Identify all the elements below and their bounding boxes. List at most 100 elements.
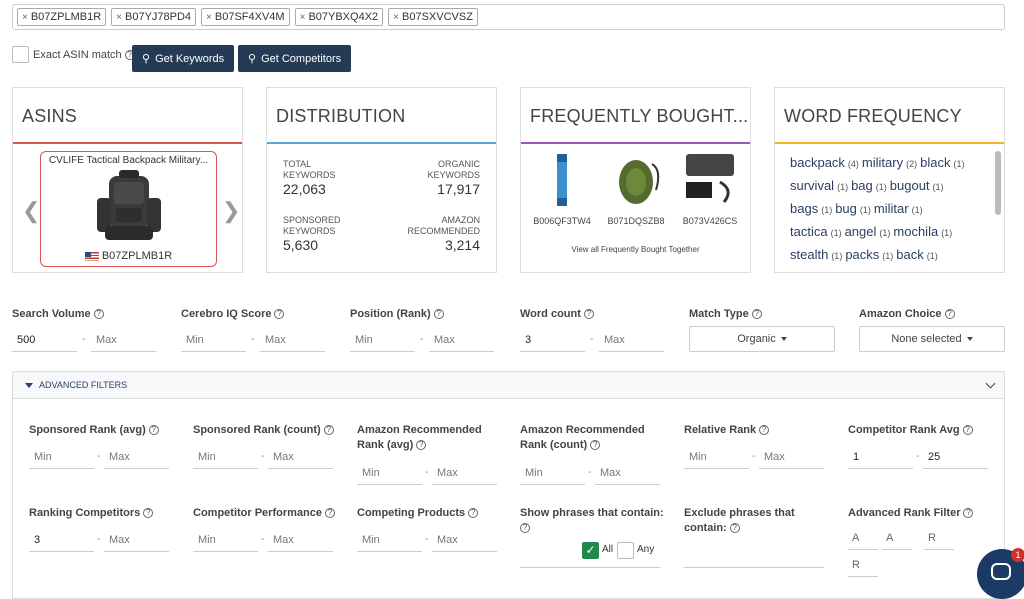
asin-product-card[interactable]: CVLIFE Tactical Backpack Military... B07… xyxy=(40,151,217,267)
competitor-performance-max[interactable]: Max xyxy=(268,526,333,552)
help-icon[interactable]: ? xyxy=(590,440,601,451)
help-icon[interactable]: ? xyxy=(751,309,762,320)
amazon-choice-dropdown[interactable]: None selected xyxy=(859,326,1005,352)
help-icon[interactable]: ? xyxy=(759,425,770,436)
rank-filter-r2[interactable]: R xyxy=(848,555,878,577)
help-icon[interactable]: ? xyxy=(324,508,335,519)
help-icon[interactable]: ? xyxy=(520,523,530,534)
product-name: CVLIFE Tactical Backpack Military... xyxy=(48,155,209,166)
word[interactable]: packs xyxy=(845,247,879,262)
view-all-fbt-link[interactable]: View all Frequently Bought Together xyxy=(521,245,750,254)
help-icon[interactable]: ? xyxy=(944,309,955,320)
get-competitors-button[interactable]: ⚲ Get Competitors xyxy=(238,45,352,72)
word[interactable]: mochila xyxy=(893,224,938,239)
fb-product[interactable]: B071DQSZB8 xyxy=(603,150,669,226)
range-dash: - xyxy=(588,467,592,478)
exact-asin-checkbox[interactable] xyxy=(12,46,29,63)
get-keywords-button[interactable]: ⚲ Get Keywords xyxy=(132,45,235,72)
advanced-filters-toggle[interactable]: ADVANCED FILTERS xyxy=(12,371,1005,399)
help-icon[interactable]: ? xyxy=(962,425,973,436)
position-rank-max[interactable]: Max xyxy=(429,326,494,352)
remove-chip-icon[interactable]: × xyxy=(393,12,399,23)
scrollbar[interactable] xyxy=(995,151,1001,215)
amazon-rec-rank-count-min[interactable]: Min xyxy=(520,459,585,485)
amazon-rec-rank-count-max[interactable]: Max xyxy=(595,459,660,485)
prev-arrow-icon[interactable]: ❮ xyxy=(22,198,40,224)
competitor-performance-min[interactable]: Min xyxy=(193,526,258,552)
asin-chip[interactable]: × B07YBXQ4X2 xyxy=(294,8,384,26)
rank-filter-r1[interactable]: R xyxy=(924,528,954,550)
word[interactable]: bug xyxy=(835,201,857,216)
help-icon[interactable]: ? xyxy=(148,425,159,436)
product-asin: B07ZPLMB1R xyxy=(41,250,216,262)
help-icon[interactable]: ? xyxy=(416,440,427,451)
help-icon[interactable]: ? xyxy=(433,309,444,320)
sponsored-rank-avg-max[interactable]: Max xyxy=(104,443,169,469)
ranking-competitors-max[interactable]: Max xyxy=(104,526,169,552)
remove-chip-icon[interactable]: × xyxy=(116,12,122,23)
word[interactable]: military xyxy=(862,155,903,170)
asin-input-bar[interactable]: × B07ZPLMB1R × B07YJ78PD4 × B07SF4XV4M × B07… xyxy=(12,4,1005,30)
relative-rank-min[interactable]: Min xyxy=(684,443,749,469)
chevron-down-icon[interactable] xyxy=(985,378,996,389)
position-rank-min[interactable]: Min xyxy=(350,326,415,352)
product-asin-text: B07ZPLMB1R xyxy=(101,250,173,262)
word[interactable]: bugout xyxy=(890,178,930,193)
sponsored-rank-count-min[interactable]: Min xyxy=(193,443,258,469)
next-arrow-icon[interactable]: ❯ xyxy=(222,198,240,224)
word-count-min[interactable]: 3 xyxy=(520,326,585,352)
fb-product[interactable]: B073V426CS xyxy=(677,150,743,226)
show-phrases-input[interactable] xyxy=(520,567,660,568)
all-checkbox[interactable]: ✓ xyxy=(582,542,599,559)
remove-chip-icon[interactable]: × xyxy=(22,12,28,23)
competitor-rank-avg-min[interactable]: 1 xyxy=(848,443,913,469)
word[interactable]: angel xyxy=(845,224,877,239)
cerebro-iq-min[interactable]: Min xyxy=(181,326,246,352)
word[interactable]: tactica xyxy=(790,224,828,239)
search-volume-min[interactable]: 500 xyxy=(12,326,77,352)
rank-filter-a1[interactable]: A xyxy=(848,528,878,550)
word[interactable]: black xyxy=(920,155,950,170)
word[interactable]: stealth xyxy=(790,247,828,262)
help-icon[interactable]: ? xyxy=(143,508,154,519)
amazon-rec-rank-avg-max[interactable]: Max xyxy=(432,459,497,485)
exclude-phrases-input[interactable] xyxy=(684,567,824,568)
ranking-competitors-min[interactable]: 3 xyxy=(29,526,94,552)
asin-chip[interactable]: × B07SXVCVSZ xyxy=(388,8,478,26)
word-count: (2) xyxy=(906,159,918,169)
fb-product[interactable]: B006QF3TW4 xyxy=(529,150,595,226)
word[interactable]: back xyxy=(896,247,923,262)
competing-products-min[interactable]: Min xyxy=(357,526,422,552)
help-icon[interactable]: ? xyxy=(963,508,974,519)
help-icon[interactable]: ? xyxy=(323,425,334,436)
word[interactable]: backpack xyxy=(790,155,845,170)
rank-filter-a2[interactable]: A xyxy=(882,528,912,550)
cerebro-iq-max[interactable]: Max xyxy=(260,326,325,352)
relative-rank-max[interactable]: Max xyxy=(759,443,824,469)
word-count-max[interactable]: Max xyxy=(599,326,664,352)
help-icon[interactable]: ? xyxy=(93,309,104,320)
sponsored-rank-count-max[interactable]: Max xyxy=(268,443,333,469)
any-checkbox[interactable] xyxy=(617,542,634,559)
remove-chip-icon[interactable]: × xyxy=(300,12,306,23)
sponsored-rank-avg-min[interactable]: Min xyxy=(29,443,94,469)
word[interactable]: bag xyxy=(851,178,873,193)
word[interactable]: militar xyxy=(874,201,909,216)
amazon-rec-rank-avg-min[interactable]: Min xyxy=(357,459,422,485)
help-icon[interactable]: ? xyxy=(274,309,285,320)
competing-products-max[interactable]: Max xyxy=(432,526,497,552)
word[interactable]: bags xyxy=(790,201,818,216)
competitor-rank-avg-max[interactable]: 25 xyxy=(923,443,988,469)
word-count: (4) xyxy=(847,159,859,169)
asin-chip[interactable]: × B07YJ78PD4 xyxy=(111,8,197,26)
search-volume-max[interactable]: Max xyxy=(91,326,156,352)
asin-chip[interactable]: × B07SF4XV4M xyxy=(201,8,290,26)
help-icon[interactable]: ? xyxy=(583,309,594,320)
asin-chip[interactable]: × B07ZPLMB1R xyxy=(17,8,107,26)
match-type-dropdown[interactable]: Organic xyxy=(689,326,835,352)
remove-chip-icon[interactable]: × xyxy=(206,12,212,23)
help-icon[interactable]: ? xyxy=(468,508,479,519)
word[interactable]: survival xyxy=(790,178,834,193)
help-icon[interactable]: ? xyxy=(729,523,740,534)
exact-asin-label: Exact ASIN match xyxy=(33,48,122,61)
